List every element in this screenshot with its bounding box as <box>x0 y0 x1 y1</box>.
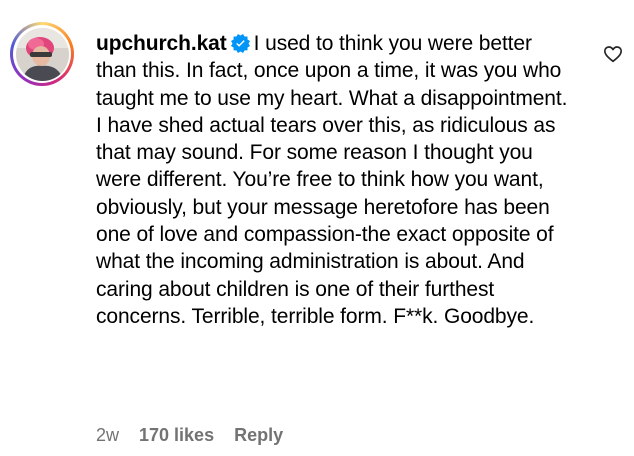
verified-badge-icon <box>230 34 250 53</box>
comment: upchurch.kat I used to think you were be… <box>0 0 634 456</box>
comment-meta: 2w 170 likes Reply <box>96 424 283 446</box>
avatar-gap <box>13 25 71 83</box>
heart-outline-icon[interactable] <box>603 44 623 64</box>
likes-count-link[interactable]: 170 likes <box>139 424 214 446</box>
comment-body: upchurch.kat I used to think you were be… <box>96 30 576 330</box>
avatar-story-ring[interactable] <box>10 22 74 86</box>
comment-text: I used to think you were better than thi… <box>96 32 568 328</box>
username-link[interactable]: upchurch.kat <box>96 32 227 55</box>
avatar-image <box>15 27 69 81</box>
avatar[interactable] <box>15 27 69 81</box>
reply-button[interactable]: Reply <box>234 424 283 446</box>
comment-timestamp[interactable]: 2w <box>96 424 119 446</box>
